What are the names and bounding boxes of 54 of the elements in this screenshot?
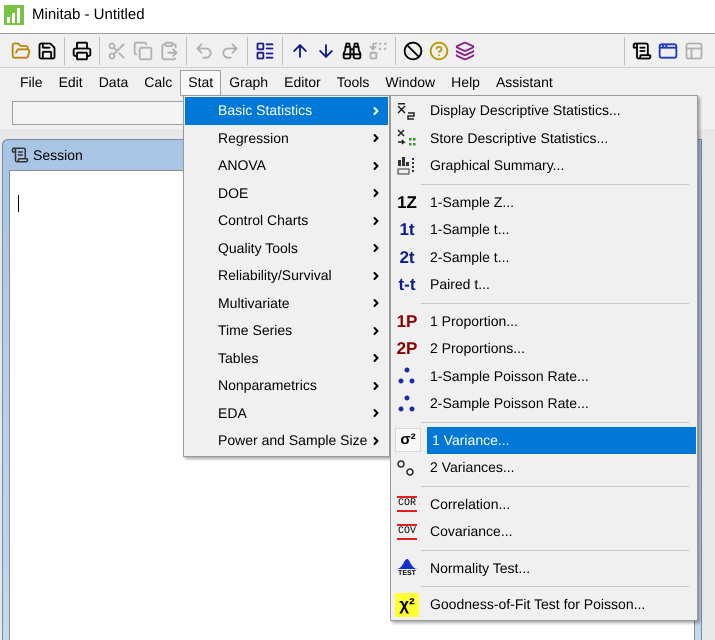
menu-entry[interactable]: Reliability/Survival xyxy=(185,262,388,290)
menu-item[interactable]: File xyxy=(12,70,51,96)
menu-entry[interactable]: Correlation... xyxy=(425,490,696,518)
menu-entry[interactable]: Time Series xyxy=(185,317,388,344)
test-icon: 1t xyxy=(395,218,419,242)
test-icon: 1P xyxy=(395,309,419,334)
menu-entry[interactable]: 2 Variances... xyxy=(425,454,696,482)
menu-entry[interactable]: 2-Sample Poisson Rate... xyxy=(425,390,696,418)
test-icon: t-t xyxy=(395,272,419,297)
menu-entry[interactable]: 1 Variance... xyxy=(427,426,696,454)
menu-item[interactable]: Data xyxy=(90,70,136,96)
menu-entry[interactable]: 2 Proportions... xyxy=(425,335,696,362)
app-logo-icon xyxy=(4,5,24,25)
menu-entry[interactable]: Nonparametrics xyxy=(185,372,388,400)
menu-item[interactable]: Graph xyxy=(221,70,276,96)
menu-item[interactable]: Edit xyxy=(50,70,91,96)
menu-entry[interactable]: Multivariate xyxy=(185,290,388,317)
window-title: Minitab - Untitled xyxy=(32,4,145,25)
menu-entry[interactable]: 1-Sample t... xyxy=(425,216,696,244)
menu-entry[interactable]: 1 Proportion... xyxy=(425,308,696,335)
menu-item[interactable]: Calc xyxy=(136,70,180,96)
session-title: Session xyxy=(33,146,83,164)
menu-entry[interactable]: EDA xyxy=(185,400,388,427)
menu-entry[interactable]: Paired t... xyxy=(425,271,696,298)
test-icon: 2P xyxy=(395,336,419,361)
menu-entry[interactable]: Quality Tools xyxy=(185,234,388,262)
sigma-icon: σ² xyxy=(395,428,421,452)
menu-entry[interactable]: Normality Test... xyxy=(425,554,696,582)
menu-entry[interactable]: 2-Sample t... xyxy=(425,244,696,271)
menu-entry[interactable]: Tables xyxy=(185,344,388,372)
chi-square-icon: χ² xyxy=(395,592,419,617)
menu-entry[interactable]: Power and Sample Size xyxy=(185,427,388,454)
menu-item[interactable]: Assistant xyxy=(488,70,561,96)
menu-entry[interactable]: ANOVA xyxy=(185,152,388,180)
menu-item[interactable]: Help xyxy=(443,70,488,96)
menu-entry[interactable]: Control Charts xyxy=(185,207,388,234)
menu-entry[interactable]: Regression xyxy=(185,124,388,152)
menu-entry[interactable]: 1-Sample Z... xyxy=(425,188,696,216)
menu-entry[interactable]: Graphical Summary... xyxy=(425,152,696,180)
menu-item[interactable]: Stat xyxy=(180,70,222,96)
menu-entry[interactable]: DOE xyxy=(185,180,388,207)
menu-entry[interactable]: Basic Statistics xyxy=(185,97,388,124)
test-icon: 2t xyxy=(395,245,419,270)
menu-item[interactable]: Tools xyxy=(328,70,378,96)
menu-entry[interactable]: 1-Sample Poisson Rate... xyxy=(425,362,696,390)
menu-entry[interactable]: Covariance... xyxy=(425,518,696,546)
session-icon xyxy=(11,146,29,164)
menu-item[interactable]: Editor xyxy=(276,70,329,96)
menu-entry[interactable]: Display Descriptive Statistics... xyxy=(425,97,696,124)
menu-entry[interactable]: Store Descriptive Statistics... xyxy=(425,124,696,152)
text-cursor xyxy=(18,195,19,212)
menu-item[interactable]: Window xyxy=(377,70,444,96)
test-icon: 1Z xyxy=(395,190,419,214)
menu-entry[interactable]: Goodness-of-Fit Test for Poisson... xyxy=(425,591,696,618)
